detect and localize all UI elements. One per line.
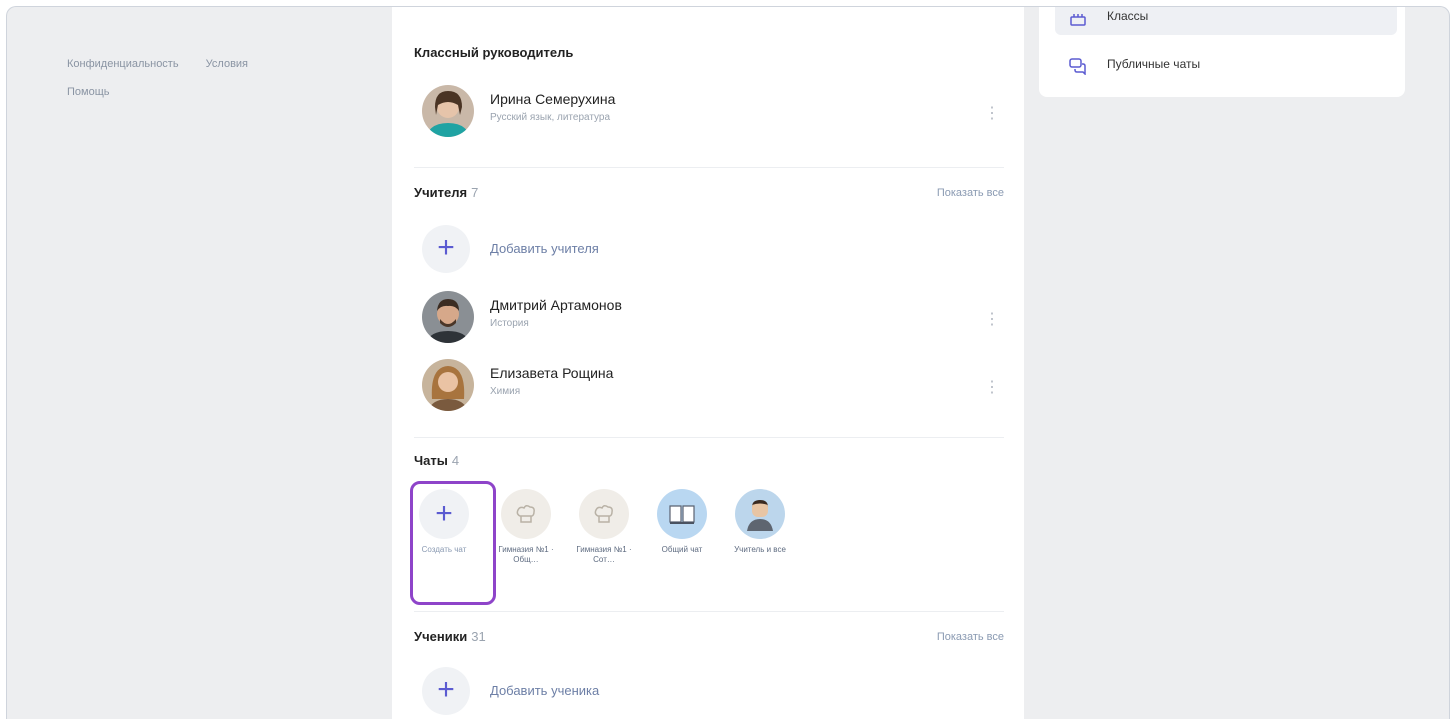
teacher-name: Дмитрий Артамонов: [490, 297, 622, 313]
teachers-show-all-link[interactable]: Показать все: [937, 187, 1004, 199]
chats-list: + Создать чат Гимназия №1 · Общ… Гимнази…: [410, 481, 834, 605]
avatar: [422, 359, 474, 411]
students-show-all-link[interactable]: Показать все: [937, 631, 1004, 643]
highlight-frame: [410, 481, 496, 605]
book-icon: [657, 489, 707, 539]
chat-item[interactable]: Учитель и все: [730, 489, 790, 555]
chat-label: Общий чат: [661, 545, 703, 554]
chat-label: Гимназия №1 · Сот…: [576, 545, 632, 564]
students-count: 31: [471, 629, 486, 644]
teacher-name: Елизавета Рощина: [490, 365, 614, 381]
teacher-subject: Химия: [490, 386, 521, 397]
privacy-link[interactable]: Конфиденциальность: [67, 58, 179, 70]
add-teacher-label: Добавить учителя: [490, 241, 599, 256]
terms-link[interactable]: Условия: [206, 58, 248, 70]
more-options-icon[interactable]: ⋮: [984, 311, 1000, 329]
avatar: [422, 291, 474, 343]
footer-links: Конфиденциальность Условия Помощь: [67, 55, 367, 101]
teacher-row[interactable]: Елизавета Рощина Химия ⋮: [414, 359, 1004, 419]
divider: [414, 167, 1004, 168]
avatar-icon: [735, 489, 785, 539]
plus-icon: +: [422, 225, 470, 273]
teachers-title: Учителя 7: [414, 185, 479, 200]
menu-item-public-chats[interactable]: Публичные чаты: [1055, 47, 1397, 83]
more-options-icon[interactable]: ⋮: [984, 379, 1000, 397]
add-student-label: Добавить ученика: [490, 683, 600, 698]
class-teacher-title: Классный руководитель: [414, 45, 574, 60]
chats-count: 4: [451, 453, 460, 468]
classes-icon: [1070, 14, 1086, 26]
teacher-subject: История: [490, 318, 529, 329]
teacher-subject: Русский язык, литература: [490, 112, 611, 123]
menu-item-label: Классы: [1107, 9, 1149, 23]
chat-label: Учитель и все: [734, 545, 786, 554]
chef-hat-icon: [579, 489, 629, 539]
chat-item[interactable]: Гимназия №1 · Сот…: [574, 489, 634, 565]
create-chat-button[interactable]: + Создать чат: [410, 481, 496, 605]
chat-bubbles-icon: [1069, 58, 1086, 75]
menu-item-classes[interactable]: Классы: [1055, 7, 1397, 35]
more-options-icon[interactable]: ⋮: [984, 105, 1000, 123]
chat-label: Гимназия №1 · Общ…: [498, 545, 554, 564]
plus-icon: +: [422, 667, 470, 715]
class-info-card: Классный руководитель Ирина Семерухина Р…: [392, 7, 1024, 719]
right-menu: Классы Публичные чаты: [1039, 7, 1405, 97]
teacher-row[interactable]: Дмитрий Артамонов История ⋮: [414, 291, 1004, 351]
help-link[interactable]: Помощь: [67, 83, 343, 101]
chef-hat-icon: [501, 489, 551, 539]
chat-item[interactable]: Гимназия №1 · Общ…: [496, 489, 556, 565]
app-frame: Конфиденциальность Условия Помощь Классн…: [6, 6, 1450, 719]
avatar: [422, 85, 474, 137]
chats-title: Чаты 4: [414, 453, 460, 468]
students-title: Ученики 31: [414, 629, 486, 644]
teachers-count: 7: [471, 185, 479, 200]
teacher-name: Ирина Семерухина: [490, 91, 616, 107]
chat-item[interactable]: Общий чат: [652, 489, 712, 555]
class-teacher-row[interactable]: Ирина Семерухина Русский язык, литератур…: [414, 85, 1004, 145]
divider: [414, 611, 1004, 612]
divider: [414, 437, 1004, 438]
menu-item-label: Публичные чаты: [1107, 57, 1201, 71]
